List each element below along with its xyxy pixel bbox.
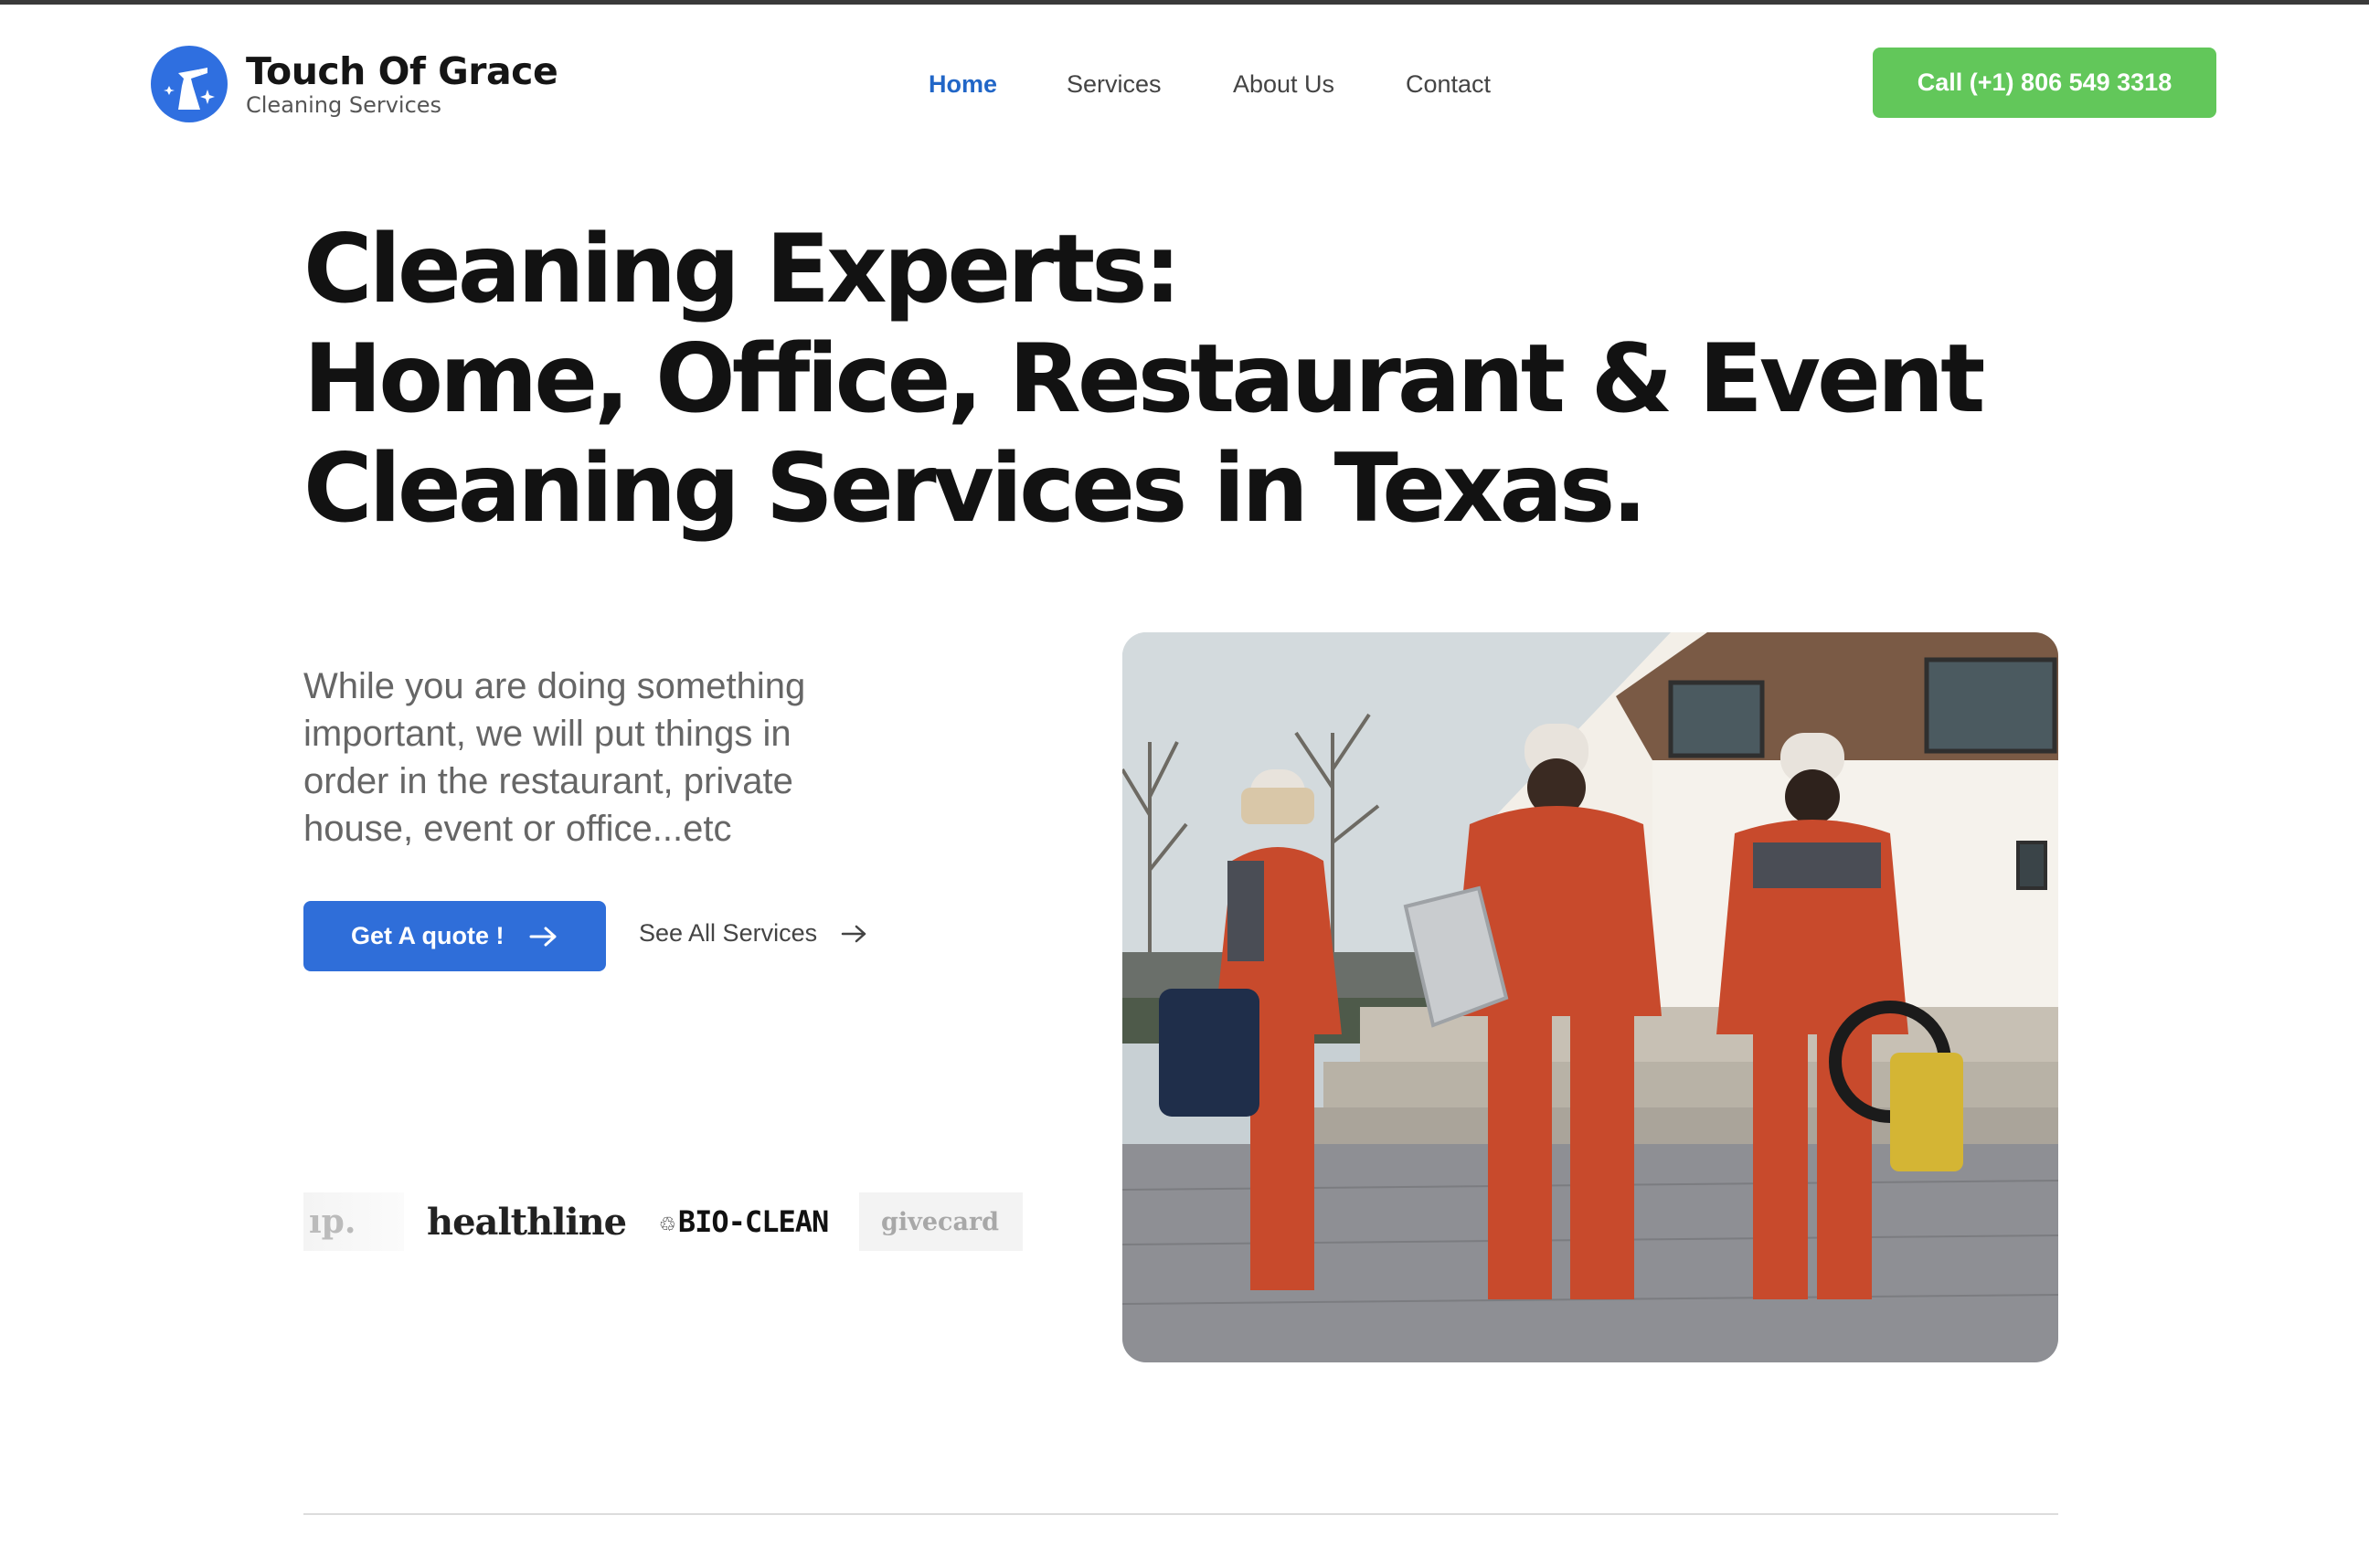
spray-bottle-icon	[151, 46, 228, 122]
bio-clean-text: BIO-CLEAN	[677, 1204, 829, 1239]
get-quote-button[interactable]: Get A quote !	[303, 901, 606, 971]
nav-contact[interactable]: Contact	[1406, 70, 1515, 99]
nav-about-us[interactable]: About Us	[1233, 70, 1406, 99]
get-quote-label: Get A quote !	[351, 922, 505, 949]
brand-logo-link[interactable]: Touch Of Grace Cleaning Services	[151, 43, 558, 125]
cleaning-crew-photo	[1122, 632, 2058, 1362]
healthline-logo: healthline	[427, 1200, 627, 1244]
hero-title-line: Home, Office, Restaurant & Event	[303, 324, 1985, 434]
p-logo: ıp.	[303, 1192, 404, 1251]
arrow-right-icon	[841, 925, 866, 942]
see-all-services-label: See All Services	[639, 919, 818, 947]
hero-title-line: Cleaning Experts:	[303, 215, 1182, 324]
section-divider	[303, 1513, 2058, 1515]
see-all-services-link[interactable]: See All Services	[639, 919, 868, 948]
arrow-right-icon	[529, 927, 557, 946]
nav-services[interactable]: Services	[1067, 70, 1233, 99]
call-button[interactable]: Call (+1) 806 549 3318	[1873, 48, 2216, 118]
hero-title: Cleaning Experts: Home, Office, Restaura…	[303, 215, 1985, 544]
givecard-logo: givecard	[859, 1192, 1023, 1251]
bio-clean-logo: ♲ BIO-CLEAN	[660, 1192, 829, 1251]
hero-description: While you are doing something important,…	[303, 666, 806, 849]
brand-name: Touch Of Grace	[246, 49, 558, 93]
brand-tagline: Cleaning Services	[246, 92, 442, 118]
site-header: Touch Of Grace Cleaning Services Home Se…	[0, 5, 2369, 160]
bio-clean-mark-icon: ♲	[660, 1206, 675, 1237]
main-nav: Home Services About Us Contact	[929, 70, 1515, 99]
nav-home[interactable]: Home	[929, 70, 1067, 99]
hero-title-line: Cleaning Services in Texas.	[303, 434, 1647, 544]
partner-logos-strip: ıp. healthline ♲ BIO-CLEAN givecard	[303, 1192, 1023, 1251]
